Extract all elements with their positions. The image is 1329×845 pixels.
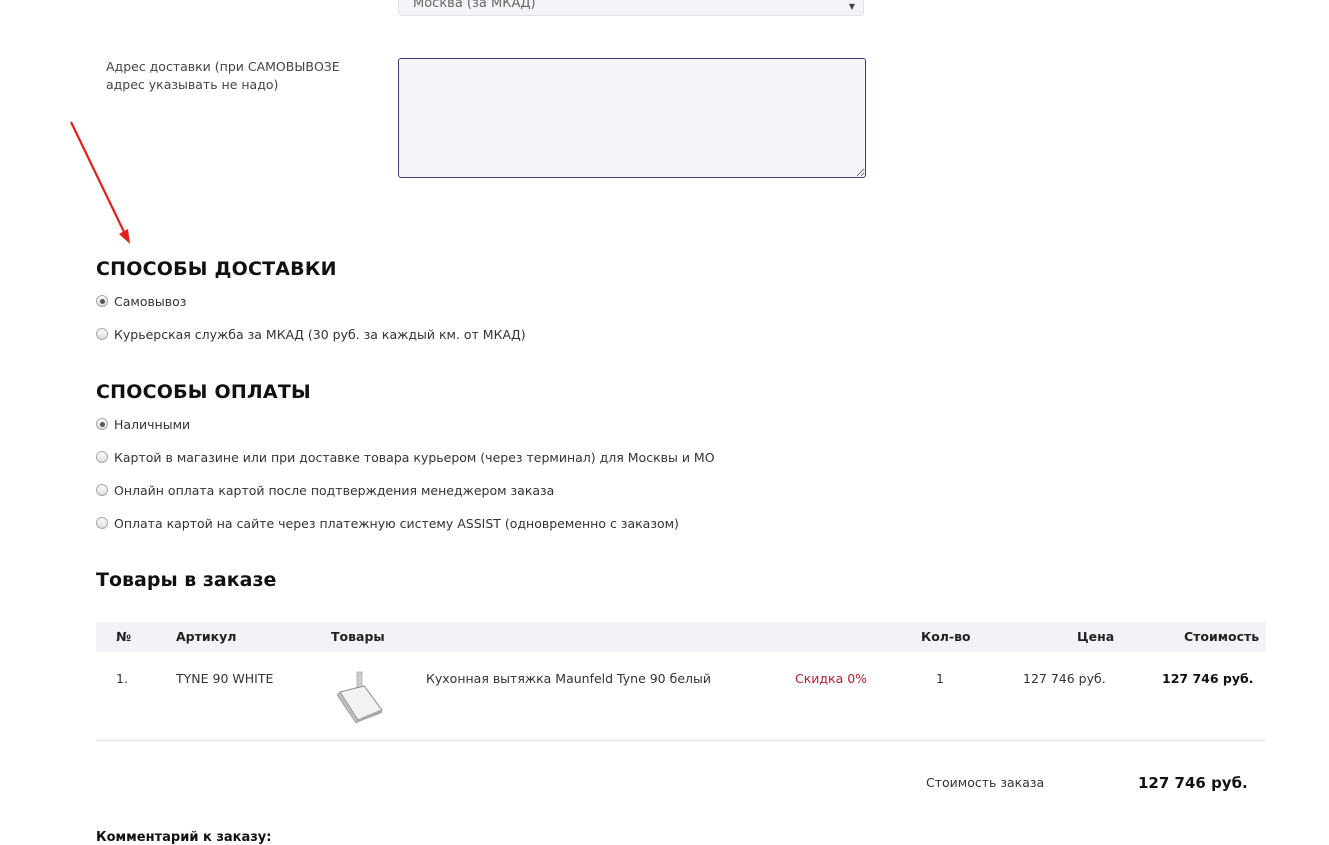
radio-icon[interactable] (96, 328, 108, 340)
radio-checked-icon[interactable] (96, 295, 108, 307)
radio-icon[interactable] (96, 484, 108, 496)
payment-option-online-card[interactable]: Онлайн оплата картой после подтверждения… (96, 481, 554, 499)
order-table-header: № Артикул Товары Кол-во Цена Стоимость (96, 622, 1266, 652)
col-goods: Товары (331, 629, 385, 644)
address-label: Адрес доставки (при САМОВЫВОЗЕ адрес ука… (106, 59, 340, 92)
range-hood-thumbnail-icon[interactable] (330, 670, 386, 724)
table-row: 1. TYNE 90 WHITE Кухонная вытяжка Maunfe… (96, 652, 1266, 740)
col-qty: Кол-во (921, 629, 971, 644)
comment-label: Комментарий к заказу: (96, 830, 272, 845)
col-num: № (116, 629, 132, 644)
payment-option-label: Картой в магазине или при доставке товар… (114, 449, 715, 465)
payment-option-card-terminal[interactable]: Картой в магазине или при доставке товар… (96, 448, 715, 466)
payment-option-cash[interactable]: Наличными (96, 415, 190, 433)
region-select[interactable]: Москва (за МКАД) ▼ (398, 0, 864, 16)
col-price: Цена (1077, 629, 1115, 644)
row-product-name[interactable]: Кухонная вытяжка Maunfeld Tyne 90 белый (426, 664, 711, 694)
payment-option-label: Оплата картой на сайте через платежную с… (114, 515, 679, 531)
chevron-down-icon: ▼ (848, 2, 855, 11)
row-cost: 127 746 руб. (1162, 671, 1254, 686)
row-discount: Скидка 0% (795, 671, 868, 686)
col-sku: Артикул (176, 629, 237, 644)
radio-icon[interactable] (96, 517, 108, 529)
row-qty: 1 (936, 671, 944, 686)
delivery-methods-title: СПОСОБЫ ДОСТАВКИ (96, 258, 337, 280)
delivery-option-label: Самовывоз (114, 293, 187, 309)
order-total-value: 127 746 руб. (1138, 774, 1248, 792)
address-textarea[interactable] (398, 58, 866, 178)
payment-option-assist[interactable]: Оплата картой на сайте через платежную с… (96, 514, 679, 532)
region-select-value: Москва (за МКАД) (413, 0, 536, 11)
delivery-option-courier[interactable]: Курьерская служба за МКАД (30 руб. за ка… (96, 325, 526, 343)
order-items-title: Товары в заказе (96, 569, 277, 591)
row-price: 127 746 руб. (1023, 671, 1106, 686)
delivery-option-pickup[interactable]: Самовывоз (96, 292, 186, 310)
row-divider (96, 740, 1266, 741)
row-num: 1. (116, 671, 128, 686)
red-arrow-icon (70, 121, 130, 244)
payment-option-label: Онлайн оплата картой после подтверждения… (114, 482, 555, 498)
payment-methods-title: СПОСОБЫ ОПЛАТЫ (96, 381, 311, 403)
radio-icon[interactable] (96, 451, 108, 463)
radio-checked-icon[interactable] (96, 418, 108, 430)
order-total-label: Стоимость заказа (926, 775, 1045, 790)
payment-option-label: Наличными (114, 416, 191, 432)
row-sku: TYNE 90 WHITE (176, 671, 274, 686)
delivery-option-label: Курьерская служба за МКАД (30 руб. за ка… (114, 326, 526, 342)
col-cost: Стоимость (1184, 629, 1260, 644)
